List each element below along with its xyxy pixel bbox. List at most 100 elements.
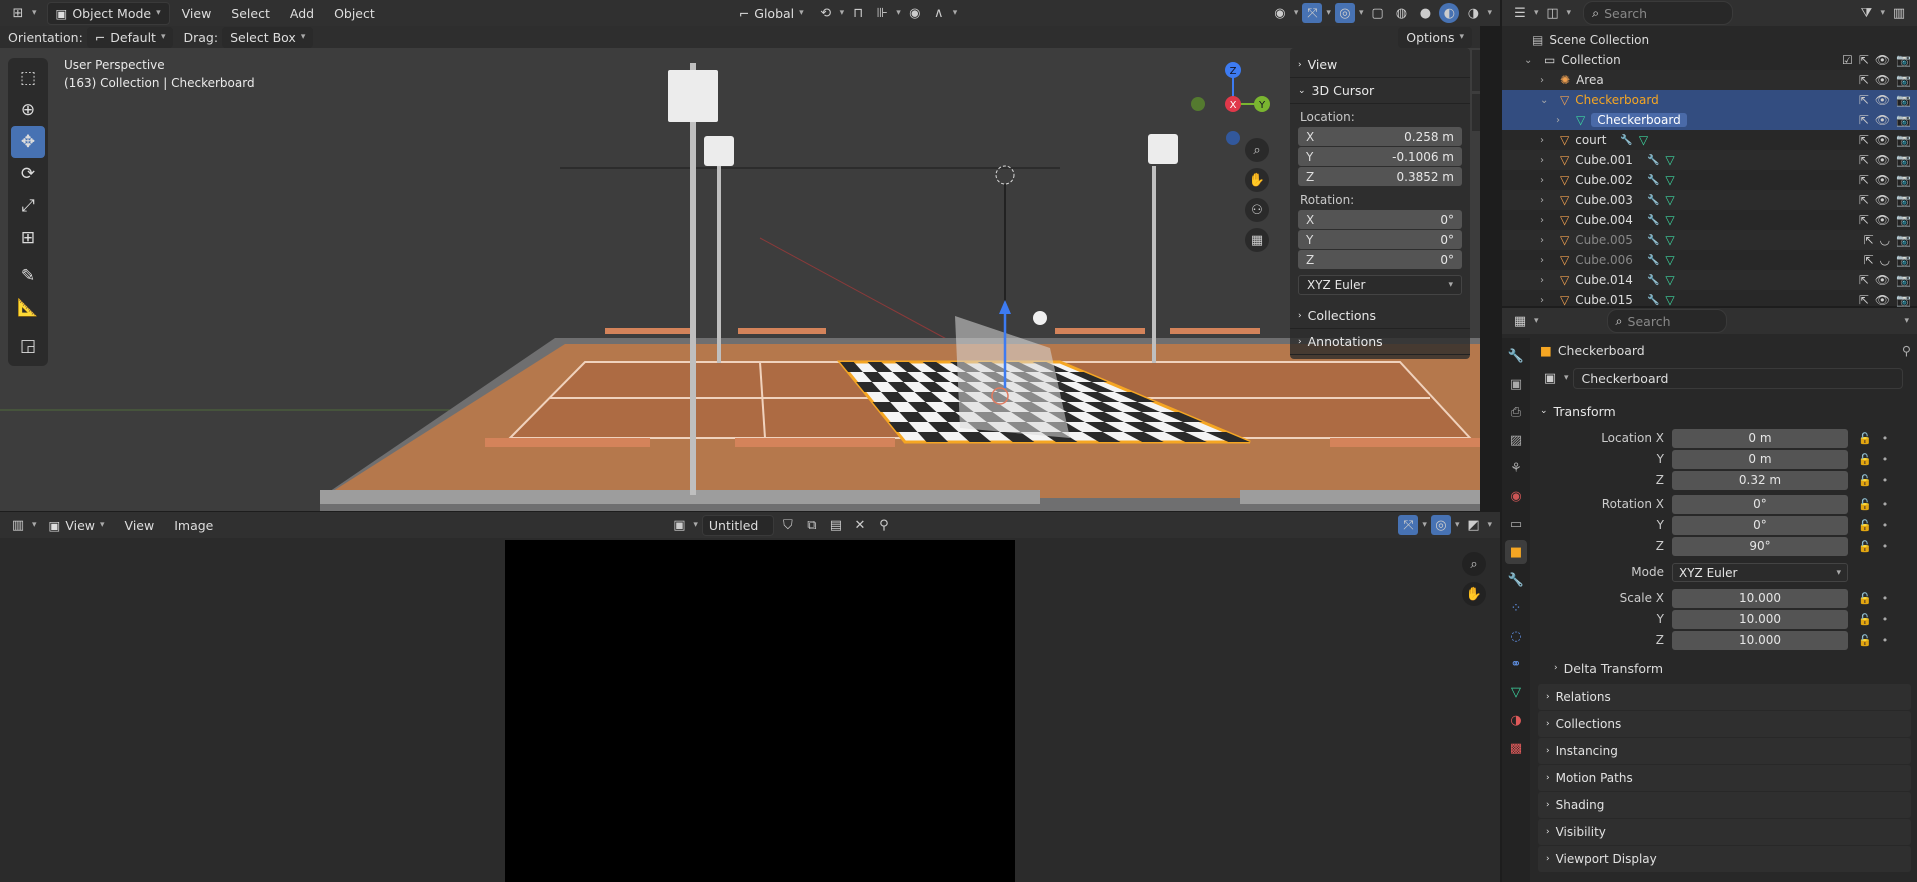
- rotation-mode-dropdown[interactable]: XYZ Euler ▾: [1298, 275, 1462, 295]
- eye-icon[interactable]: 👁: [1875, 153, 1890, 167]
- view-layer-tab-icon[interactable]: ▨: [1505, 428, 1527, 452]
- image-editor[interactable]: ▥ ▾ ▣ View ▾ View Image ▣ ▾ Untitled ⛉ ⧉ ▤ ✕…: [0, 512, 1500, 882]
- editor-type-icon[interactable]: ⊞: [8, 3, 28, 23]
- keyframe-dot-icon[interactable]: •: [1882, 613, 1889, 626]
- zoom-icon[interactable]: ⌕: [1245, 138, 1269, 162]
- chevron-right-icon[interactable]: ›: [1540, 275, 1554, 286]
- outliner-row[interactable]: › ▽ Cube.003 🔧 ▽ ⇱ 👁 📷: [1502, 190, 1917, 210]
- output-tab-icon[interactable]: ⎙: [1505, 400, 1527, 424]
- new-collection-icon[interactable]: ▥: [1889, 3, 1909, 23]
- drag-dropdown[interactable]: Select Box ▾: [222, 26, 314, 48]
- snap-icon[interactable]: ⊓: [848, 3, 868, 23]
- eye-icon[interactable]: 👁: [1875, 73, 1890, 87]
- lock-icon[interactable]: 🔓: [1858, 540, 1872, 553]
- eye-icon[interactable]: 👁: [1875, 273, 1890, 287]
- new-image-icon[interactable]: ⧉: [802, 515, 822, 535]
- transform-orientation-dropdown[interactable]: ⌐ Global ▾: [731, 3, 812, 24]
- hand-pan-icon[interactable]: ✋: [1245, 168, 1269, 192]
- snap-target-icon[interactable]: ⊪: [872, 3, 892, 23]
- outliner-row[interactable]: › ▽ Cube.014 🔧 ▽ ⇱ 👁 📷: [1502, 270, 1917, 290]
- data-tab-icon[interactable]: ▽: [1505, 680, 1527, 704]
- property-section-header[interactable]: › Viewport Display: [1538, 846, 1911, 872]
- modifier-tab-icon[interactable]: 🔧: [1505, 568, 1527, 592]
- chevron-right-icon[interactable]: ›: [1540, 155, 1554, 166]
- cursor-location-field[interactable]: Y -0.1006 m: [1298, 147, 1462, 166]
- outliner-row[interactable]: ⌄ ▽ Checkerboard ⇱ 👁 📷: [1502, 90, 1917, 110]
- collection-tab-icon[interactable]: ▭: [1505, 512, 1527, 536]
- select-arrow-icon[interactable]: ⇱: [1859, 93, 1869, 107]
- chevron-right-icon[interactable]: ›: [1540, 135, 1554, 146]
- pin-icon[interactable]: ⚲: [1902, 343, 1911, 358]
- field-value[interactable]: 90°: [1672, 536, 1848, 556]
- gizmo-toggle-icon[interactable]: ⤧: [1398, 515, 1419, 535]
- transform-section-header[interactable]: ⌄ Transform: [1532, 398, 1917, 424]
- chevron-right-icon[interactable]: ›: [1540, 255, 1554, 266]
- editor-type-icon[interactable]: ▥: [8, 515, 28, 535]
- chevron-right-icon[interactable]: ⌄: [1540, 95, 1554, 106]
- mode-dropdown[interactable]: XYZ Euler ▾: [1672, 562, 1848, 582]
- options-dropdown[interactable]: Options ▾: [1398, 26, 1472, 48]
- eye-icon[interactable]: ◡: [1880, 253, 1890, 267]
- property-section-header[interactable]: › Relations: [1538, 684, 1911, 710]
- ortho-grid-icon[interactable]: ▦: [1245, 228, 1269, 252]
- field-value[interactable]: 10.000: [1672, 588, 1848, 608]
- eye-icon[interactable]: 👁: [1875, 293, 1890, 307]
- move-tool-icon[interactable]: ✥: [11, 126, 45, 158]
- select-arrow-icon[interactable]: ⇱: [1859, 113, 1869, 127]
- collections-section-header[interactable]: › Collections: [1290, 303, 1470, 329]
- editor-type-icon[interactable]: ▦: [1510, 311, 1530, 331]
- outliner-row[interactable]: › ▽ Cube.004 🔧 ▽ ⇱ 👁 📷: [1502, 210, 1917, 230]
- chevron-right-icon[interactable]: ›: [1540, 75, 1554, 86]
- falloff-icon[interactable]: ∧: [929, 3, 949, 23]
- chevron-right-icon[interactable]: ›: [1540, 215, 1554, 226]
- solid-shading-icon[interactable]: ●: [1415, 3, 1435, 23]
- lock-icon[interactable]: 🔓: [1858, 613, 1872, 626]
- lock-icon[interactable]: 🔓: [1858, 432, 1872, 445]
- outliner-row[interactable]: › ▽ Checkerboard ⇱ 👁 📷: [1502, 110, 1917, 130]
- field-value[interactable]: 0.32 m: [1672, 470, 1848, 490]
- camera-icon[interactable]: 📷: [1896, 113, 1911, 127]
- keyframe-dot-icon[interactable]: •: [1882, 540, 1889, 553]
- camera-icon[interactable]: 📷: [1896, 293, 1911, 307]
- annotate-tool-icon[interactable]: ✎: [11, 260, 45, 292]
- xray-icon[interactable]: ▢: [1367, 3, 1387, 23]
- chevron-right-icon[interactable]: ›: [1556, 115, 1570, 126]
- chevron-right-icon[interactable]: ›: [1540, 235, 1554, 246]
- menu-view[interactable]: View: [174, 3, 220, 24]
- eye-icon[interactable]: 👁: [1875, 133, 1890, 147]
- camera-icon[interactable]: 📷: [1896, 133, 1911, 147]
- field-value[interactable]: 0 m: [1672, 428, 1848, 448]
- image-name-field[interactable]: Untitled: [701, 514, 774, 536]
- material-tab-icon[interactable]: ◑: [1505, 708, 1527, 732]
- camera-icon[interactable]: 📷: [1896, 213, 1911, 227]
- camera-icon[interactable]: 📷: [1896, 273, 1911, 287]
- select-arrow-icon[interactable]: ⇱: [1864, 253, 1874, 267]
- tab-tool[interactable]: Tool: [1472, 94, 1480, 132]
- fake-user-icon[interactable]: ⛉: [778, 515, 798, 535]
- eye-icon[interactable]: 👁: [1875, 93, 1890, 107]
- keyframe-dot-icon[interactable]: •: [1882, 474, 1889, 487]
- overlays-icon[interactable]: ◎: [1334, 3, 1355, 23]
- eye-icon[interactable]: 👁: [1875, 213, 1890, 227]
- camera-icon[interactable]: 📷: [1896, 253, 1911, 267]
- lock-icon[interactable]: 🔓: [1858, 519, 1872, 532]
- menu-object[interactable]: Object: [326, 3, 383, 24]
- display-channels-icon[interactable]: ◩: [1463, 515, 1483, 535]
- outliner-row[interactable]: ⌄ ▭ Collection ☑ ⇱ 👁 📷: [1502, 50, 1917, 70]
- camera-icon[interactable]: 📷: [1896, 73, 1911, 87]
- cursor-rotation-field[interactable]: Z 0°: [1298, 250, 1462, 269]
- pin-icon[interactable]: ⚲: [874, 515, 894, 535]
- material-shading-icon[interactable]: ◐: [1439, 3, 1460, 23]
- tool-tab-icon[interactable]: 🔧: [1505, 344, 1527, 368]
- outliner-search[interactable]: ⌕ Search: [1583, 1, 1734, 25]
- physics-tab-icon[interactable]: ◌: [1505, 624, 1527, 648]
- display-mode-icon[interactable]: ◫: [1543, 3, 1563, 23]
- chevron-right-icon[interactable]: ›: [1540, 195, 1554, 206]
- delta-transform-header[interactable]: › Delta Transform: [1532, 656, 1917, 680]
- select-arrow-icon[interactable]: ⇱: [1859, 193, 1869, 207]
- filter-icon[interactable]: ⧩: [1856, 3, 1876, 23]
- outliner-row[interactable]: › ▽ Cube.002 🔧 ▽ ⇱ 👁 📷: [1502, 170, 1917, 190]
- eye-icon[interactable]: ◡: [1880, 233, 1890, 247]
- menu-add[interactable]: Add: [282, 3, 322, 24]
- outliner-row[interactable]: › ▽ Cube.006 🔧 ▽ ⇱ ◡ 📷: [1502, 250, 1917, 270]
